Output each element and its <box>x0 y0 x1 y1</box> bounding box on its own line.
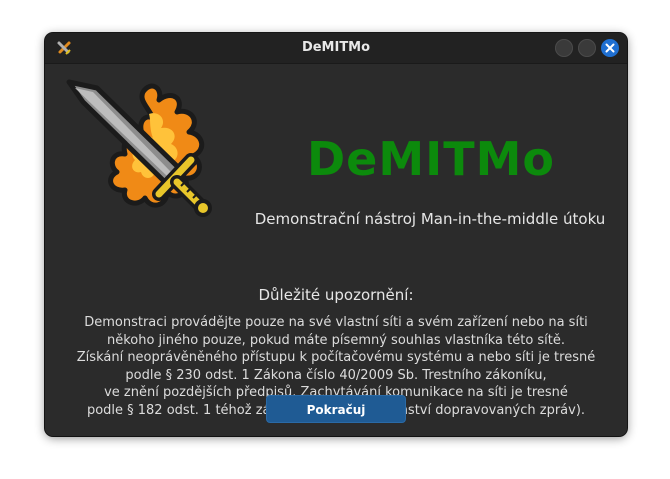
main-content: DeMITMo Demonstrační nástroj Man-in-the-… <box>45 64 627 436</box>
notice-line: Demonstraci provádějte pouze na své vlas… <box>84 315 588 330</box>
title-bar[interactable]: DeMITMo <box>45 33 627 64</box>
notice-line: Získání neoprávěněného přístupu k počíta… <box>76 350 596 366</box>
minimize-button[interactable] <box>555 39 573 57</box>
close-button[interactable] <box>601 39 619 57</box>
app-window: DeMITMo DeMITMo Demonstrační nástroj Man… <box>45 33 627 436</box>
notice-line: podle § 230 odst. 1 Zákona číslo 40/2009… <box>125 367 547 383</box>
window-title: DeMITMo <box>301 40 371 55</box>
close-icon <box>605 43 615 53</box>
continue-button[interactable]: Pokračuj <box>266 395 406 423</box>
flaming-sword-logo <box>66 79 212 217</box>
notice-heading: Důležité upozornění: <box>258 286 414 304</box>
app-name: DeMITMo <box>306 132 556 186</box>
maximize-button[interactable] <box>578 39 596 57</box>
notice-line: někoho jiného pouze, pokud máte písemný … <box>106 332 566 348</box>
app-subtitle: Demonstrační nástroj Man-in-the-middle ú… <box>254 210 606 228</box>
